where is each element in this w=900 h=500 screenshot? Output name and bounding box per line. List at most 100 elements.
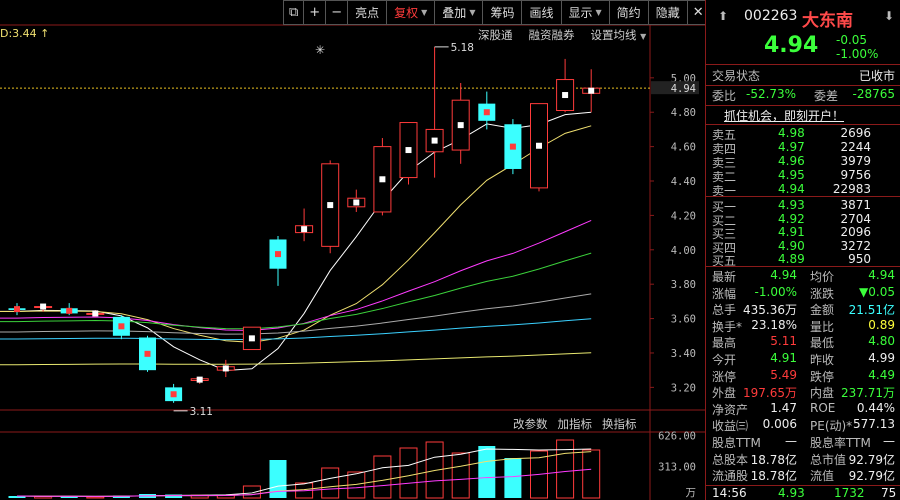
stat-label: 跌停 xyxy=(810,369,835,384)
candle-marker xyxy=(405,147,412,154)
current-price-tag: 4.94 xyxy=(671,83,696,95)
zoom-out-icon[interactable]: − xyxy=(326,0,349,25)
toolbar-btn-simple[interactable]: 简约 xyxy=(609,0,649,25)
window-icon[interactable]: ⧉ xyxy=(283,0,305,25)
volume-bar xyxy=(86,496,105,499)
link-edit-params[interactable]: 改参数 xyxy=(513,416,548,432)
bid-volume: 3871 xyxy=(840,198,871,212)
scroll-down-icon[interactable]: ⬇ xyxy=(884,9,894,23)
stat-label: 股息率TTM xyxy=(810,436,871,450)
stat-label: 昨收 xyxy=(810,353,835,367)
promo-row[interactable]: 抓住机会，即刻开户！ xyxy=(706,107,900,124)
stat-row: 换手* 23.18% 量比 0.89 xyxy=(706,318,900,335)
stat-label: 股息TTM xyxy=(712,436,761,450)
candle xyxy=(269,236,287,286)
bid-price: 4.92 xyxy=(778,211,805,226)
price-tick-label: 4.00 xyxy=(671,245,696,257)
chevron-down-icon: ▼ xyxy=(640,32,647,41)
candle-marker xyxy=(144,350,151,357)
price-tick-label: 4.80 xyxy=(671,107,696,119)
chevron-down-icon: ▼ xyxy=(469,8,476,17)
stat-value: 4.94 xyxy=(770,268,797,282)
price-tick-label: 3.20 xyxy=(671,382,696,394)
stat-label: 最高 xyxy=(712,336,737,351)
volume-tick-label: 万 xyxy=(686,487,697,499)
link-switch-indicator[interactable]: 换指标 xyxy=(602,416,637,432)
tick-count: 75 xyxy=(881,486,897,500)
toolbar-btn-overlay[interactable]: 叠加 ▼ xyxy=(435,0,484,25)
candle-marker xyxy=(353,199,360,206)
toolbar-btn-hide[interactable]: 隐藏 xyxy=(648,0,688,25)
stat-value: 18.78亿 xyxy=(750,469,797,484)
price-tick-label: 3.80 xyxy=(671,279,696,291)
stat-label: 均价 xyxy=(810,270,835,284)
bid-price: 4.91 xyxy=(778,225,805,239)
candle xyxy=(425,46,444,178)
kline-chart-area[interactable]: 5.00 4.80 4.60 4.40 4.20 4.00 3.80 3.60 3.40 3.20… xyxy=(0,0,710,500)
stat-row: 涨幅 -1.00% 涨跌 ▼0.05 xyxy=(706,285,900,302)
zoom-in-icon[interactable]: + xyxy=(304,0,327,25)
candle-marker xyxy=(222,365,229,372)
stat-row: 净资产 1.47 ROE 0.44% xyxy=(706,401,900,418)
ask-price: 4.97 xyxy=(778,140,805,154)
indicator-links: 改参数 加指标 换指标 xyxy=(513,416,637,432)
scroll-up-icon[interactable]: ⬆ xyxy=(718,9,728,23)
toolbar-btn-adjust[interactable]: 复权 ▼ xyxy=(387,0,436,25)
stat-value: 5.11 xyxy=(770,334,797,349)
volume-bar xyxy=(582,449,601,499)
tick-time: 14:56 xyxy=(712,486,747,500)
high-label: 5.18 xyxy=(451,42,474,54)
divider xyxy=(706,124,900,125)
bid-volume: 3272 xyxy=(840,238,871,253)
candle-marker xyxy=(275,251,281,258)
toolbar-btn-display[interactable]: 显示 ▼ xyxy=(561,0,610,25)
divider xyxy=(706,266,900,267)
stat-label: 换手* xyxy=(712,319,743,334)
weibi-label: 委比 xyxy=(712,89,737,103)
stat-label: 最新 xyxy=(712,270,737,284)
link-hk-connect[interactable]: 深股通 xyxy=(478,27,513,43)
bid-price: 4.93 xyxy=(778,198,805,212)
candle-marker xyxy=(379,176,386,183)
divider xyxy=(706,64,900,65)
toolbar-btn-chips[interactable]: 筹码 xyxy=(483,0,523,25)
candle xyxy=(8,303,26,316)
candle xyxy=(373,138,392,216)
stock-code: 002263 xyxy=(744,8,798,24)
stat-label: 内盘 xyxy=(810,386,835,401)
stat-value: 4.94 xyxy=(868,268,895,282)
candle xyxy=(165,383,183,403)
stat-row: 最高 5.11 最低 4.80 xyxy=(706,334,900,351)
stat-label: 流值 xyxy=(810,469,835,484)
stat-label: 流通股 xyxy=(712,469,749,484)
toolbar-btn-adjust-label: 复权 xyxy=(394,6,419,20)
link-add-indicator[interactable]: 加指标 xyxy=(558,416,593,432)
stat-value: 92.79亿 xyxy=(848,469,895,484)
price-tick-label: 3.60 xyxy=(671,314,696,326)
volume-bar xyxy=(242,485,261,499)
candle-marker xyxy=(118,323,125,330)
chart-top-links: 深股通 融资融券 设置均线 ▼ xyxy=(478,27,646,43)
candle-marker xyxy=(588,87,595,94)
chevron-down-icon: ▼ xyxy=(421,8,428,17)
link-ma-settings[interactable]: 设置均线 ▼ xyxy=(591,27,647,43)
candle-marker xyxy=(431,137,438,144)
stat-value: 0.89 xyxy=(868,317,895,332)
stat-value: 18.78亿 xyxy=(750,452,797,467)
stat-value: 237.71万 xyxy=(841,386,895,401)
weicha-label: 委差 xyxy=(814,89,839,103)
volume-bar xyxy=(321,467,340,499)
promo-link[interactable]: 抓住机会，即刻开户！ xyxy=(724,107,844,124)
divider xyxy=(706,196,900,197)
candle xyxy=(451,82,470,164)
candle-marker xyxy=(509,143,516,150)
link-margin[interactable]: 融资融券 xyxy=(529,27,575,43)
candle-marker xyxy=(483,109,490,116)
toolbar-btn-draw[interactable]: 画线 xyxy=(522,0,562,25)
bid-volume: 2704 xyxy=(840,211,871,226)
volume-tick-label: 313.00 xyxy=(658,462,696,474)
bid-price: 4.90 xyxy=(778,238,805,253)
ask-volume: 3979 xyxy=(840,154,871,168)
volume-bar xyxy=(399,447,418,499)
toolbar-btn-highlight[interactable]: 亮点 xyxy=(348,0,388,25)
